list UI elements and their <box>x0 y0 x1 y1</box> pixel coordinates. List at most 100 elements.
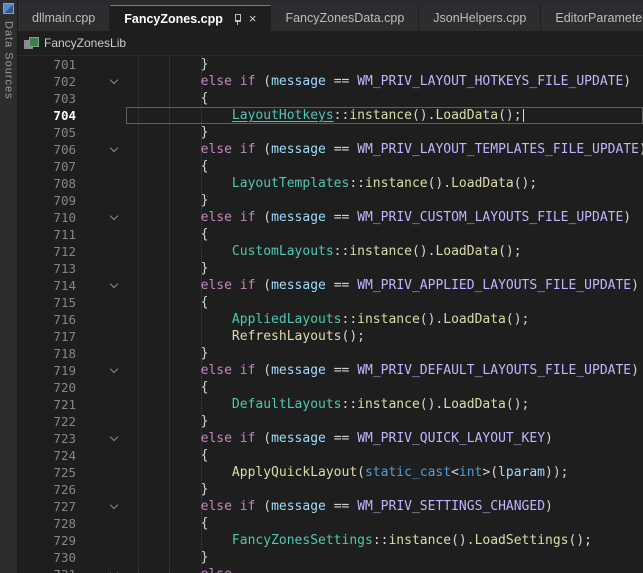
code-text: } <box>126 192 643 209</box>
code-text: { <box>126 226 643 243</box>
line-number: 709 <box>18 192 76 209</box>
tab-FancyZonesData.cpp[interactable]: FancyZonesData.cpp <box>271 5 419 31</box>
fold-margin <box>76 396 126 413</box>
code-line[interactable]: 709 } <box>18 192 643 209</box>
code-line[interactable]: 713 } <box>18 260 643 277</box>
fold-toggle[interactable] <box>76 430 126 447</box>
code-line[interactable]: 729 FancyZonesSettings::instance().LoadS… <box>18 532 643 549</box>
line-number: 712 <box>18 243 76 260</box>
code-line[interactable]: 704 LayoutHotkeys::instance().LoadData()… <box>18 107 643 124</box>
chevron-down-icon <box>110 365 118 373</box>
code-line[interactable]: 710 else if (message == WM_PRIV_CUSTOM_L… <box>18 209 643 226</box>
code-line[interactable]: 712 CustomLayouts::instance().LoadData()… <box>18 243 643 260</box>
code-line[interactable]: 718 } <box>18 345 643 362</box>
code-text: AppliedLayouts::instance().LoadData(); <box>126 311 643 328</box>
code-line[interactable]: 728 { <box>18 515 643 532</box>
tab-label: FancyZones.cpp <box>124 12 223 26</box>
code-line[interactable]: 722 } <box>18 413 643 430</box>
code-line[interactable]: 725 ApplyQuickLayout(static_cast<int>(lp… <box>18 464 643 481</box>
code-line[interactable]: 714 else if (message == WM_PRIV_APPLIED_… <box>18 277 643 294</box>
code-line[interactable]: 730 } <box>18 549 643 566</box>
line-number: 715 <box>18 294 76 311</box>
fold-margin <box>76 328 126 345</box>
code-text: FancyZonesSettings::instance().LoadSetti… <box>126 532 643 549</box>
code-line[interactable]: 716 AppliedLayouts::instance().LoadData(… <box>18 311 643 328</box>
close-icon[interactable]: × <box>249 12 257 25</box>
code-text: else <box>126 566 643 573</box>
tab-JsonHelpers.cpp[interactable]: JsonHelpers.cpp <box>419 5 541 31</box>
tab-EditorParameters[interactable]: EditorParameters <box>541 5 643 31</box>
code-text: else if (message == WM_PRIV_LAYOUT_TEMPL… <box>126 141 643 158</box>
code-line[interactable]: 707 { <box>18 158 643 175</box>
line-number: 710 <box>18 209 76 226</box>
code-text: else if (message == WM_PRIV_CUSTOM_LAYOU… <box>126 209 643 226</box>
code-text: } <box>126 481 643 498</box>
code-line[interactable]: 703 { <box>18 90 643 107</box>
vs-window: Data Sources dllmain.cppFancyZones.cpp×F… <box>0 0 643 573</box>
navigation-bar: FancyZonesLib <box>18 31 643 56</box>
tab-FancyZones.cpp[interactable]: FancyZones.cpp × <box>110 5 271 31</box>
code-editor[interactable]: 701 }702 else if (message == WM_PRIV_LAY… <box>18 56 643 573</box>
code-line[interactable]: 721 DefaultLayouts::instance().LoadData(… <box>18 396 643 413</box>
fold-toggle[interactable] <box>76 73 126 90</box>
data-sources-icon <box>3 3 14 14</box>
line-number: 704 <box>18 107 76 124</box>
code-line[interactable]: 715 { <box>18 294 643 311</box>
line-number: 722 <box>18 413 76 430</box>
fold-margin <box>76 124 126 141</box>
code-line[interactable]: 731 else <box>18 566 643 573</box>
code-text: } <box>126 345 643 362</box>
code-line[interactable]: 708 LayoutTemplates::instance().LoadData… <box>18 175 643 192</box>
fold-margin <box>76 549 126 566</box>
code-text: { <box>126 158 643 175</box>
fold-toggle[interactable] <box>76 277 126 294</box>
fold-toggle[interactable] <box>76 141 126 158</box>
code-text: CustomLayouts::instance().LoadData(); <box>126 243 643 260</box>
line-number: 725 <box>18 464 76 481</box>
fold-toggle[interactable] <box>76 566 126 573</box>
code-line[interactable]: 701 } <box>18 56 643 73</box>
code-text: LayoutTemplates::instance().LoadData(); <box>126 175 643 192</box>
code-line[interactable]: 705 } <box>18 124 643 141</box>
fold-toggle[interactable] <box>76 209 126 226</box>
line-number: 730 <box>18 549 76 566</box>
line-number: 728 <box>18 515 76 532</box>
code-line[interactable]: 719 else if (message == WM_PRIV_DEFAULT_… <box>18 362 643 379</box>
chevron-down-icon <box>110 212 118 220</box>
code-line[interactable]: 727 else if (message == WM_PRIV_SETTINGS… <box>18 498 643 515</box>
code-text: DefaultLayouts::instance().LoadData(); <box>126 396 643 413</box>
code-line[interactable]: 711 { <box>18 226 643 243</box>
code-line[interactable]: 724 { <box>18 447 643 464</box>
code-line[interactable]: 720 { <box>18 379 643 396</box>
tab-dllmain.cpp[interactable]: dllmain.cpp <box>18 5 110 31</box>
fold-margin <box>76 192 126 209</box>
code-line[interactable]: 702 else if (message == WM_PRIV_LAYOUT_H… <box>18 73 643 90</box>
line-number: 716 <box>18 311 76 328</box>
code-line[interactable]: 706 else if (message == WM_PRIV_LAYOUT_T… <box>18 141 643 158</box>
line-number: 723 <box>18 430 76 447</box>
fold-margin <box>76 447 126 464</box>
code-text: else if (message == WM_PRIV_DEFAULT_LAYO… <box>126 362 643 379</box>
fold-margin <box>76 175 126 192</box>
line-number: 717 <box>18 328 76 345</box>
fold-margin <box>76 345 126 362</box>
pin-icon[interactable] <box>232 13 242 25</box>
line-number: 731 <box>18 566 76 573</box>
fold-margin <box>76 158 126 175</box>
project-name[interactable]: FancyZonesLib <box>44 36 126 50</box>
fold-toggle[interactable] <box>76 362 126 379</box>
fold-margin <box>76 226 126 243</box>
fold-toggle[interactable] <box>76 498 126 515</box>
fold-margin <box>76 413 126 430</box>
tab-label: EditorParameters <box>555 11 643 25</box>
code-line[interactable]: 717 RefreshLayouts(); <box>18 328 643 345</box>
code-line[interactable]: 723 else if (message == WM_PRIV_QUICK_LA… <box>18 430 643 447</box>
line-number: 707 <box>18 158 76 175</box>
line-number: 703 <box>18 90 76 107</box>
sidebar-tab-data-sources[interactable]: Data Sources <box>3 21 15 100</box>
code-text: { <box>126 379 643 396</box>
chevron-down-icon <box>110 76 118 84</box>
code-text: else if (message == WM_PRIV_LAYOUT_HOTKE… <box>126 73 643 90</box>
fold-margin <box>76 260 126 277</box>
code-line[interactable]: 726 } <box>18 481 643 498</box>
